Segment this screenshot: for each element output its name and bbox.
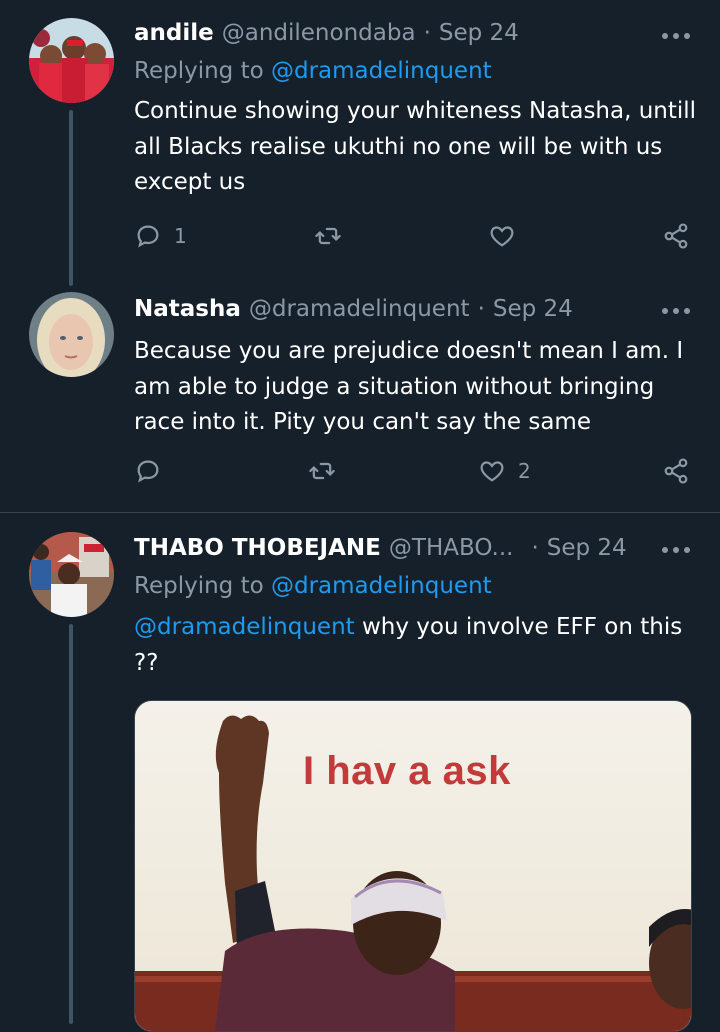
media-caption: I hav a ask [303,749,511,793]
display-name[interactable]: Natasha [134,296,241,322]
heart-icon [490,226,514,247]
tweet-text: Continue showing your whiteness Natasha,… [134,98,697,195]
avatar[interactable] [29,532,114,617]
separator: · [477,296,485,322]
replying-to-label: Replying to [134,58,264,84]
replying-to: Replying to @dramadelinquent [134,58,492,84]
tweet-header: andile @andilenondaba · Sep 24 [134,20,519,46]
heart-icon [480,461,504,482]
more-icon[interactable] [662,31,690,41]
share-icon [664,223,688,249]
retweet-button[interactable] [308,457,336,485]
replying-to-handle[interactable]: @dramadelinquent [271,573,492,599]
display-name[interactable]: andile [134,20,214,46]
user-handle[interactable]: @andilenondaba [222,20,416,46]
retweet-icon [309,462,335,480]
reply-count: 1 [174,224,187,248]
replying-to: Replying to @dramadelinquent [134,573,492,599]
tweet-date[interactable]: Sep 24 [493,296,573,322]
avatar[interactable] [29,18,114,103]
separator: · [423,20,431,46]
separator: · [531,535,539,561]
tweet-header: Natasha @dramadelinquent · Sep 24 [134,296,573,322]
share-button[interactable] [662,222,690,250]
mention-link[interactable]: @dramadelinquent [134,614,355,640]
reply-icon [137,225,159,248]
tweet-date[interactable]: Sep 24 [547,535,627,561]
tweet-actions: 2 [134,457,690,487]
display-name[interactable]: THABO THOBEJANE [134,535,381,561]
like-button[interactable] [488,222,516,250]
more-icon[interactable] [662,545,690,555]
user-handle[interactable]: @THABO... [389,535,514,561]
like-count: 2 [518,459,531,483]
tweet-actions: 1 [134,222,690,252]
reply-button[interactable] [134,457,162,485]
tweet-media-image[interactable]: I hav a ask [134,700,692,1032]
user-handle[interactable]: @dramadelinquent [249,296,470,322]
avatar[interactable] [29,292,114,377]
thread-line [69,624,73,1024]
tweet-header: THABO THOBEJANE @THABO... · Sep 24 [134,535,627,561]
replying-to-label: Replying to [134,573,264,599]
tweet-text: Because you are prejudice doesn't mean I… [134,338,684,435]
share-button[interactable] [662,457,690,485]
replying-to-handle[interactable]: @dramadelinquent [271,58,492,84]
tweet-divider [0,512,720,513]
tweet-date[interactable]: Sep 24 [439,20,519,46]
reply-icon [137,460,159,483]
retweet-button[interactable] [314,222,342,250]
thread-line [69,110,73,286]
retweet-icon [315,227,341,245]
more-icon[interactable] [662,306,690,316]
tweet-text: @dramadelinquent why you involve EFF on … [134,610,694,681]
reply-button[interactable]: 1 [134,222,187,250]
share-icon [664,458,688,484]
like-button[interactable]: 2 [478,457,531,485]
